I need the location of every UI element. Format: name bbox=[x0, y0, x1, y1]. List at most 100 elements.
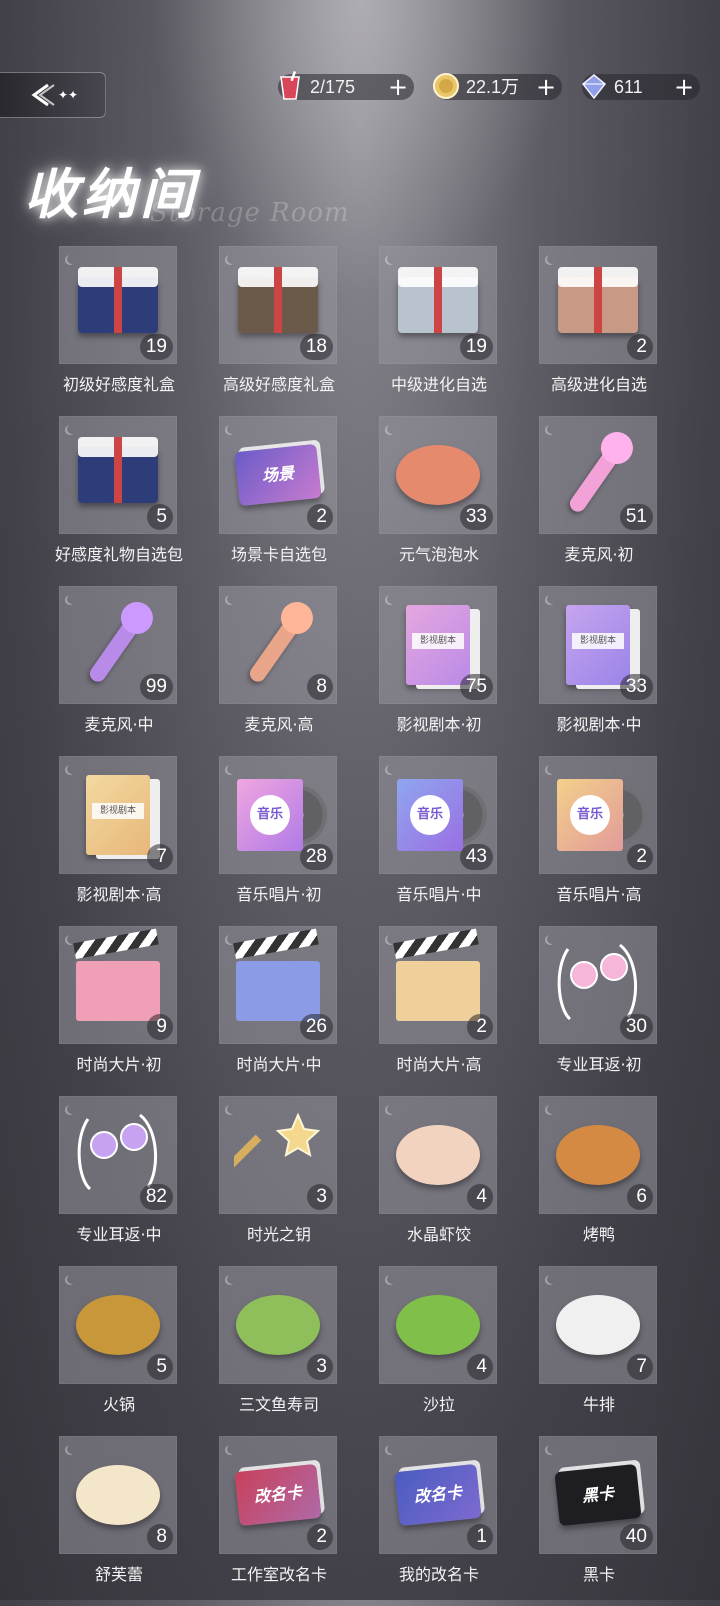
item-count: 2 bbox=[627, 334, 653, 360]
item-tile[interactable]: 3 bbox=[219, 1266, 337, 1384]
item-count: 4 bbox=[467, 1354, 493, 1380]
script-label: 影视剧本 bbox=[92, 803, 144, 819]
item-slot[interactable]: 3 时光之钥 bbox=[204, 1096, 364, 1266]
item-tile[interactable]: 19 bbox=[59, 246, 177, 364]
item-slot[interactable]: 5 好感度礼物自选包 bbox=[44, 416, 204, 586]
item-tile[interactable]: 2 bbox=[539, 246, 657, 364]
add-energy-button[interactable]: + bbox=[386, 74, 410, 100]
item-count: 51 bbox=[619, 504, 653, 530]
diamond-value: 611 bbox=[614, 77, 643, 97]
item-slot[interactable]: 7 牛排 bbox=[524, 1266, 684, 1436]
gold-counter[interactable]: 22.1万 + bbox=[433, 73, 562, 100]
item-tile[interactable]: 8 bbox=[219, 586, 337, 704]
item-slot[interactable]: 19 中级进化自选 bbox=[364, 246, 524, 416]
energy-counter[interactable]: 2/175 + bbox=[278, 71, 414, 100]
item-count: 40 bbox=[619, 1524, 653, 1550]
item-tile[interactable]: 51 bbox=[539, 416, 657, 534]
item-name: 专业耳返·初 bbox=[556, 1055, 642, 1074]
item-tile[interactable]: 19 bbox=[379, 246, 497, 364]
item-tile[interactable]: 4 bbox=[379, 1096, 497, 1214]
item-slot[interactable]: 9 时尚大片·初 bbox=[44, 926, 204, 1096]
item-name: 水晶虾饺 bbox=[406, 1225, 471, 1244]
item-slot[interactable]: 影视剧本 75 影视剧本·初 bbox=[364, 586, 524, 756]
item-slot[interactable]: 33 元气泡泡水 bbox=[364, 416, 524, 586]
item-name: 牛排 bbox=[582, 1395, 615, 1414]
item-slot[interactable]: 8 舒芙蕾 bbox=[44, 1436, 204, 1606]
item-count: 18 bbox=[299, 334, 333, 360]
item-count: 3 bbox=[307, 1354, 333, 1380]
diamond-counter[interactable]: 611 + bbox=[581, 74, 700, 100]
item-slot[interactable]: 30 专业耳返·初 bbox=[524, 926, 684, 1096]
item-count: 19 bbox=[139, 334, 173, 360]
add-diamond-button[interactable]: + bbox=[672, 74, 696, 100]
item-tile[interactable]: 99 bbox=[59, 586, 177, 704]
item-tile[interactable]: 5 bbox=[59, 416, 177, 534]
item-tile[interactable]: 改名卡 1 bbox=[379, 1436, 497, 1554]
item-slot[interactable]: 8 麦克风·高 bbox=[204, 586, 364, 756]
item-slot[interactable]: 影视剧本 7 影视剧本·高 bbox=[44, 756, 204, 926]
item-tile[interactable]: 33 bbox=[379, 416, 497, 534]
item-tile[interactable]: 8 bbox=[59, 1436, 177, 1554]
item-slot[interactable]: 5 火锅 bbox=[44, 1266, 204, 1436]
item-name: 三文鱼寿司 bbox=[238, 1395, 319, 1414]
item-count: 33 bbox=[459, 504, 493, 530]
item-tile[interactable]: 7 bbox=[539, 1266, 657, 1384]
item-tile[interactable]: 30 bbox=[539, 926, 657, 1044]
item-slot[interactable]: 场景 2 场景卡自选包 bbox=[204, 416, 364, 586]
item-slot[interactable]: 2 时尚大片·高 bbox=[364, 926, 524, 1096]
item-slot[interactable]: 音乐 28 音乐唱片·初 bbox=[204, 756, 364, 926]
item-tile[interactable]: 场景 2 bbox=[219, 416, 337, 534]
item-slot[interactable]: 26 时尚大片·中 bbox=[204, 926, 364, 1096]
item-tile[interactable]: 18 bbox=[219, 246, 337, 364]
item-tile[interactable]: 5 bbox=[59, 1266, 177, 1384]
item-tile[interactable]: 音乐 43 bbox=[379, 756, 497, 874]
item-slot[interactable]: 99 麦克风·中 bbox=[44, 586, 204, 756]
item-slot[interactable]: 4 水晶虾饺 bbox=[364, 1096, 524, 1266]
item-tile[interactable]: 黑卡 40 bbox=[539, 1436, 657, 1554]
item-tile[interactable]: 改名卡 2 bbox=[219, 1436, 337, 1554]
item-tile[interactable]: 影视剧本 7 bbox=[59, 756, 177, 874]
item-slot[interactable]: 改名卡 2 工作室改名卡 bbox=[204, 1436, 364, 1606]
item-slot[interactable]: 2 高级进化自选 bbox=[524, 246, 684, 416]
item-slot[interactable]: 改名卡 1 我的改名卡 bbox=[364, 1436, 524, 1606]
item-tile[interactable]: 6 bbox=[539, 1096, 657, 1214]
item-count: 26 bbox=[299, 1014, 333, 1040]
item-count: 3 bbox=[307, 1184, 333, 1210]
item-tile[interactable]: 音乐 2 bbox=[539, 756, 657, 874]
item-tile[interactable]: 音乐 28 bbox=[219, 756, 337, 874]
item-slot[interactable]: 6 烤鸭 bbox=[524, 1096, 684, 1266]
item-slot[interactable]: 19 初级好感度礼盒 bbox=[44, 246, 204, 416]
item-tile[interactable]: 82 bbox=[59, 1096, 177, 1214]
item-name: 高级好感度礼盒 bbox=[222, 375, 335, 394]
rename-card-icon: 改名卡 bbox=[393, 1450, 483, 1540]
item-slot[interactable]: 影视剧本 33 影视剧本·中 bbox=[524, 586, 684, 756]
add-gold-button[interactable]: + bbox=[534, 74, 558, 100]
back-button[interactable]: ✦✦ bbox=[0, 72, 106, 118]
item-tile[interactable]: 26 bbox=[219, 926, 337, 1044]
item-tile[interactable]: 影视剧本 75 bbox=[379, 586, 497, 704]
item-tile[interactable]: 4 bbox=[379, 1266, 497, 1384]
item-slot[interactable]: 4 沙拉 bbox=[364, 1266, 524, 1436]
item-name: 烤鸭 bbox=[582, 1225, 615, 1244]
item-count: 5 bbox=[147, 1354, 173, 1380]
item-count: 33 bbox=[619, 674, 653, 700]
item-slot[interactable]: 51 麦克风·初 bbox=[524, 416, 684, 586]
item-tile[interactable]: 9 bbox=[59, 926, 177, 1044]
item-name: 火锅 bbox=[102, 1395, 135, 1414]
sushi-icon bbox=[233, 1280, 323, 1370]
record-sleeve: 音乐 bbox=[397, 779, 463, 851]
item-slot[interactable]: 音乐 43 音乐唱片·中 bbox=[364, 756, 524, 926]
item-tile[interactable]: 影视剧本 33 bbox=[539, 586, 657, 704]
item-slot[interactable]: 音乐 2 音乐唱片·高 bbox=[524, 756, 684, 926]
item-count: 8 bbox=[307, 674, 333, 700]
item-count: 8 bbox=[147, 1524, 173, 1550]
item-tile[interactable]: 2 bbox=[379, 926, 497, 1044]
item-slot[interactable]: 82 专业耳返·中 bbox=[44, 1096, 204, 1266]
item-name: 黑卡 bbox=[582, 1565, 615, 1584]
item-slot[interactable]: 黑卡 40 黑卡 bbox=[524, 1436, 684, 1606]
item-slot[interactable]: 18 高级好感度礼盒 bbox=[204, 246, 364, 416]
script-label: 影视剧本 bbox=[572, 633, 624, 649]
clapperboard-icon bbox=[73, 940, 163, 1030]
item-slot[interactable]: 3 三文鱼寿司 bbox=[204, 1266, 364, 1436]
item-tile[interactable]: 3 bbox=[219, 1096, 337, 1214]
